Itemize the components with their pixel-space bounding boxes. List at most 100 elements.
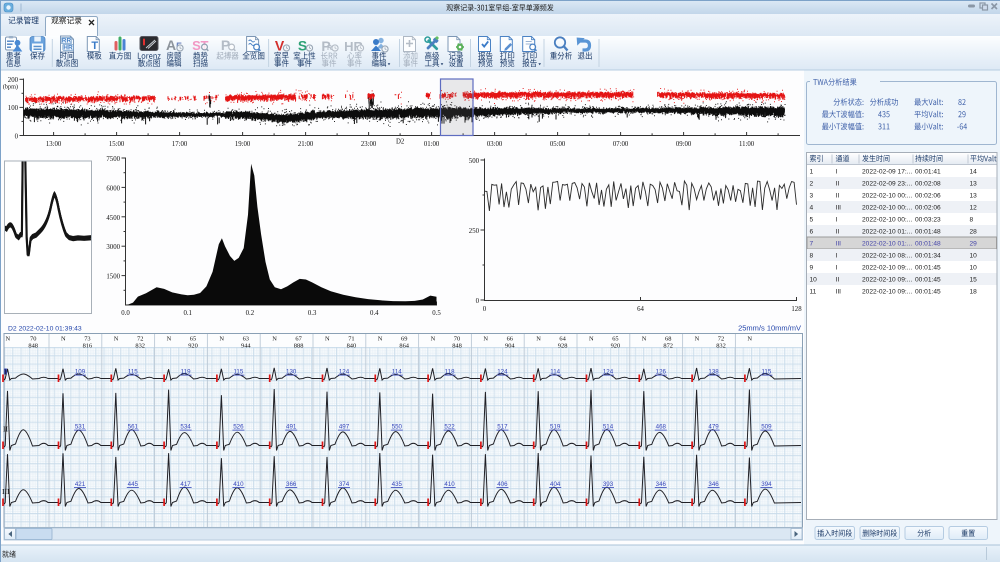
svg-text:864: 864 <box>399 342 409 349</box>
svg-text:0.3: 0.3 <box>308 310 317 317</box>
svg-text:7: 7 <box>810 241 814 248</box>
svg-text:8: 8 <box>810 253 814 260</box>
svg-text:138: 138 <box>708 369 719 376</box>
svg-text:64: 64 <box>637 306 644 313</box>
svg-text:00:01:34: 00:01:34 <box>915 253 941 260</box>
svg-text:00:01:48: 00:01:48 <box>915 241 941 248</box>
svg-text:346: 346 <box>708 481 719 488</box>
svg-text:920: 920 <box>188 342 198 349</box>
svg-text:T: T <box>91 40 98 52</box>
svg-text:N: N <box>114 336 119 343</box>
svg-text:550: 550 <box>392 424 403 431</box>
svg-text:00:01:41: 00:01:41 <box>915 169 941 176</box>
svg-text:HR: HR <box>63 45 73 52</box>
svg-text:526: 526 <box>233 424 244 431</box>
svg-text:114: 114 <box>392 369 402 376</box>
svg-text:840: 840 <box>347 342 357 349</box>
svg-text:N: N <box>378 336 383 343</box>
svg-text:23:00: 23:00 <box>361 141 377 148</box>
svg-text:2022-02-10 00:...: 2022-02-10 00:... <box>862 205 912 212</box>
svg-text:I: I <box>836 253 838 260</box>
svg-text:872: 872 <box>663 342 673 349</box>
svg-text:522: 522 <box>444 424 455 431</box>
svg-text:1: 1 <box>810 169 814 176</box>
svg-text:S: S <box>298 38 307 54</box>
svg-text:N: N <box>483 336 488 343</box>
svg-text:346: 346 <box>656 481 667 488</box>
svg-text:V: V <box>275 38 285 54</box>
svg-text:417: 417 <box>180 481 191 488</box>
svg-text:7500: 7500 <box>106 156 120 163</box>
svg-text:III: III <box>836 205 842 212</box>
svg-text:500: 500 <box>469 158 480 165</box>
svg-text:5: 5 <box>810 217 814 224</box>
svg-text:2022-02-10 00:...: 2022-02-10 00:... <box>862 217 912 224</box>
svg-text:19:00: 19:00 <box>235 141 251 148</box>
svg-text:115: 115 <box>128 369 138 376</box>
svg-text:N: N <box>747 336 752 343</box>
svg-text:6000: 6000 <box>106 185 120 192</box>
svg-text:374: 374 <box>339 481 350 488</box>
svg-text:N: N <box>642 336 647 343</box>
svg-text:00:02:06: 00:02:06 <box>915 205 941 212</box>
svg-text:2022-02-10 00:...: 2022-02-10 00:... <box>862 193 912 200</box>
svg-text:00:01:45: 00:01:45 <box>915 289 941 296</box>
svg-text:928: 928 <box>558 342 568 349</box>
svg-text:2022-02-10 08:...: 2022-02-10 08:... <box>862 253 912 260</box>
svg-text:0.4: 0.4 <box>370 310 379 317</box>
svg-text:III: III <box>2 487 10 496</box>
svg-text:2022-02-09 23:...: 2022-02-09 23:... <box>862 181 912 188</box>
svg-text:531: 531 <box>75 424 86 431</box>
svg-text:3000: 3000 <box>106 244 120 251</box>
svg-text:479: 479 <box>708 424 719 431</box>
svg-text:920: 920 <box>611 342 621 349</box>
svg-text:394: 394 <box>761 481 772 488</box>
svg-text:II: II <box>3 425 8 434</box>
svg-text:11:00: 11:00 <box>739 141 755 148</box>
svg-text:21:00: 21:00 <box>298 141 314 148</box>
svg-text:00:03:23: 00:03:23 <box>915 217 941 224</box>
svg-text:406: 406 <box>497 481 508 488</box>
svg-text:904: 904 <box>505 342 515 349</box>
svg-text:0.1: 0.1 <box>183 310 192 317</box>
svg-text:0: 0 <box>476 298 480 305</box>
svg-text:05:00: 05:00 <box>550 141 566 148</box>
svg-text:01:00: 01:00 <box>424 141 440 148</box>
svg-text:29: 29 <box>970 241 978 248</box>
svg-text:10: 10 <box>970 253 978 260</box>
svg-text:10: 10 <box>810 277 818 284</box>
svg-text:832: 832 <box>716 342 726 349</box>
svg-text:11: 11 <box>810 289 817 296</box>
svg-text:109: 109 <box>75 369 86 376</box>
svg-text:28: 28 <box>970 229 978 236</box>
svg-text:404: 404 <box>550 481 561 488</box>
svg-text:D2 2022-02-10 01:39:43: D2 2022-02-10 01:39:43 <box>8 326 82 333</box>
svg-text:N: N <box>219 336 224 343</box>
svg-text:2022-02-10 09:...: 2022-02-10 09:... <box>862 265 912 272</box>
svg-text:366: 366 <box>286 481 297 488</box>
svg-text:2: 2 <box>810 181 814 188</box>
svg-text:115: 115 <box>761 369 771 376</box>
svg-text:25mm/s 10mm/mV: 25mm/s 10mm/mV <box>738 324 801 333</box>
svg-text:4500: 4500 <box>106 215 120 222</box>
svg-text:435: 435 <box>392 481 403 488</box>
svg-text:10: 10 <box>970 265 978 272</box>
svg-text:517: 517 <box>497 424 508 431</box>
svg-text:393: 393 <box>603 481 614 488</box>
svg-text:8: 8 <box>970 217 974 224</box>
svg-text:816: 816 <box>83 342 93 349</box>
svg-text:0.2: 0.2 <box>246 310 255 317</box>
svg-text:N: N <box>695 336 700 343</box>
svg-text:I: I <box>836 265 838 272</box>
svg-text:III: III <box>836 289 842 296</box>
svg-text:832: 832 <box>135 342 145 349</box>
svg-text:534: 534 <box>180 424 191 431</box>
svg-text:N: N <box>589 336 594 343</box>
svg-text:N: N <box>536 336 541 343</box>
svg-text:519: 519 <box>550 424 561 431</box>
svg-text:0: 0 <box>483 306 487 313</box>
svg-text:1500: 1500 <box>106 274 120 281</box>
svg-text:3: 3 <box>810 193 814 200</box>
svg-text:III: III <box>836 241 842 248</box>
svg-text:848: 848 <box>28 342 38 349</box>
